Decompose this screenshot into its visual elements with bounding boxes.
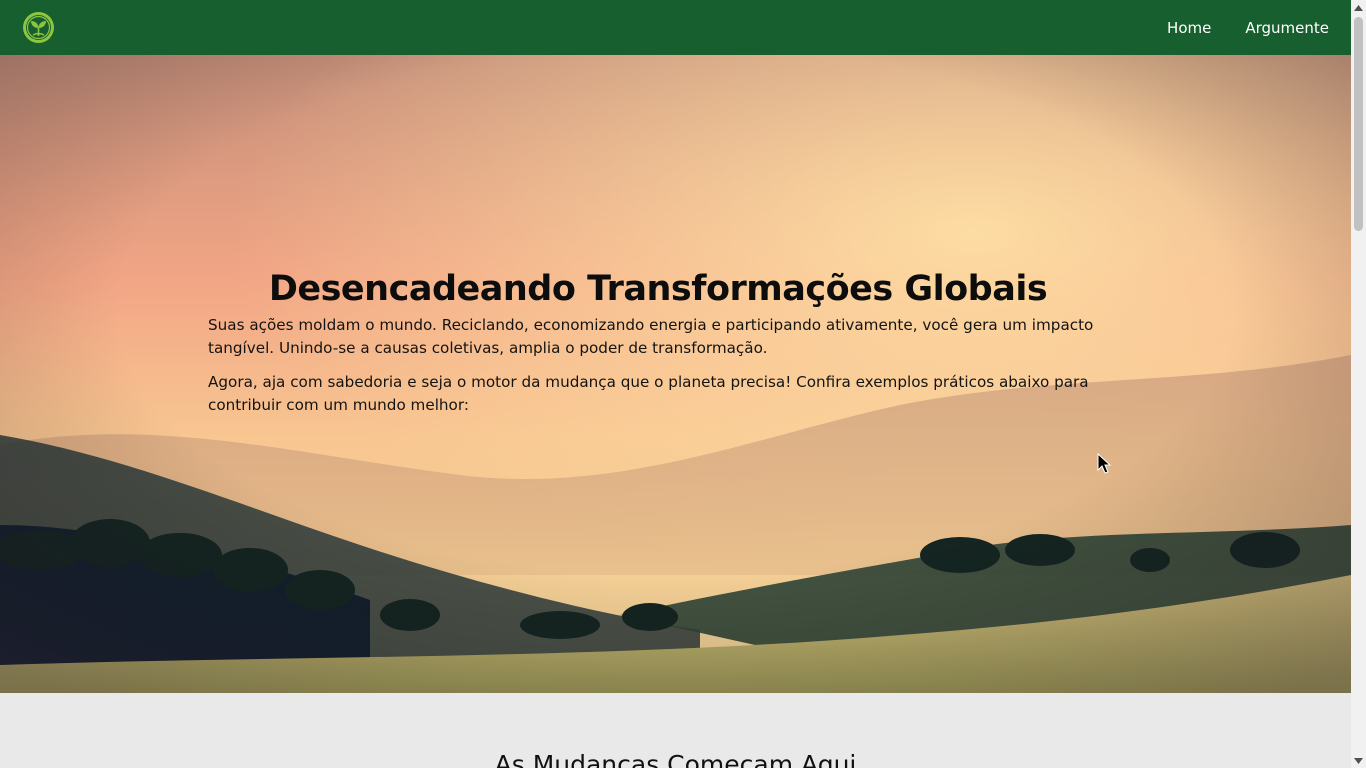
mouse-cursor-icon [1097, 453, 1112, 474]
hero-paragraph-1: Suas ações moldam o mundo. Reciclando, e… [208, 316, 1094, 357]
hero-section: Desencadeando Transformações Globais Sua… [0, 55, 1351, 693]
hero-title: Desencadeando Transformações Globais [268, 269, 1048, 309]
nav-link-argumente[interactable]: Argumente [1245, 19, 1329, 37]
page: Home Argumente Desencadeando Transformaç… [0, 0, 1351, 768]
nav-links: Home Argumente [1167, 0, 1329, 55]
scrollbar-thumb[interactable] [1354, 17, 1363, 231]
section-title: As Mudanças Começam Aqui [494, 750, 857, 768]
scroll-down-arrow-icon[interactable] [1351, 753, 1366, 768]
nav-link-home[interactable]: Home [1167, 19, 1211, 37]
navbar: Home Argumente [0, 0, 1351, 55]
changes-section: As Mudanças Começam Aqui [0, 693, 1351, 768]
leaf-sprout-icon[interactable] [22, 11, 55, 44]
hero-paragraph-2: Agora, aja com sabedoria e seja o motor … [208, 373, 1089, 414]
hero-content: Desencadeando Transformações Globais Sua… [208, 267, 1108, 417]
vertical-scrollbar[interactable] [1351, 0, 1366, 768]
scroll-up-arrow-icon[interactable] [1351, 0, 1366, 15]
